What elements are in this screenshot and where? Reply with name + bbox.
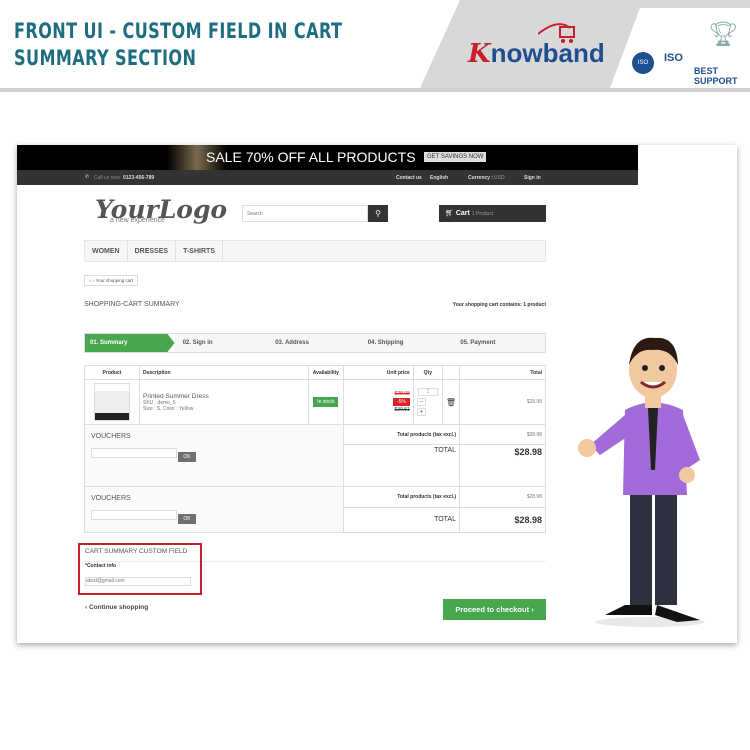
custom-field-title: CART SUMMARY CUSTOM FIELD [85,548,188,555]
vouchers-heading: VOUCHERS [91,433,131,440]
step-summary[interactable]: 01. Summary [85,334,175,352]
unit-price: $28.98 [394,391,410,397]
continue-label: Continue shopping [88,604,149,611]
continue-shopping-link[interactable]: ‹ Continue shopping [85,604,148,611]
cart-button[interactable]: 🛒︎ Cart 1 Product [439,205,546,222]
table-row: Printed Summer Dress SKU : demo_5 Size : S… [84,379,546,425]
vouchers-heading: VOUCHERS [91,495,131,502]
step-payment[interactable]: 05. Payment [452,334,545,352]
menu-item-dresses[interactable]: DRESSES [128,241,177,261]
contact-info-input[interactable] [85,576,191,586]
qty-increase[interactable]: + [416,408,426,416]
col-availability: Availability [307,365,344,380]
breadcrumb: ⌂ › Your shopping cart [84,275,139,286]
custom-field-section: CART SUMMARY CUSTOM FIELD *Contact info [78,543,202,595]
support-label: BEST SUPPORT [694,66,738,86]
col-unit-price: Unit price [342,365,414,380]
breadcrumb-current: Your shopping cart [95,278,134,283]
iso-badge: ISO [664,52,683,64]
total-label: TOTAL [342,444,461,487]
voucher-ok-button[interactable]: OK [178,451,196,462]
divider [0,88,750,92]
cart-table: Product Description Availability Unit pr… [84,365,546,533]
step-address[interactable]: 03. Address [267,334,360,352]
search-icon: ⚲ [375,209,381,218]
proceed-checkout-button[interactable]: Proceed to checkout › [443,599,546,620]
stock-badge: In stock [313,397,339,407]
chevron-right-icon: › [531,605,534,614]
col-total: Total [459,365,546,380]
step-signin[interactable]: 02. Sign in [174,334,268,352]
banner-text: SALE 70% OFF ALL PRODUCTS [206,149,416,165]
total-value: $28.98 [459,444,546,487]
cart-count: 1 Product [471,211,494,217]
cart-icon: 🛒︎ [445,210,454,217]
iso-badge: ISO [632,52,654,74]
chevron-left-icon: ‹ [85,604,88,611]
phone-icon: ✆ [85,174,90,180]
trophy-icon: 🏆︎ [708,21,739,48]
home-icon[interactable]: ⌂ [89,278,92,283]
total-products-value: $28.98 [459,486,546,508]
menu-item-tshirts[interactable]: T-SHIRTS [176,241,223,261]
qty-decrease[interactable]: − [416,398,426,406]
qty-input[interactable]: 1 [417,388,438,396]
checkout-steps: 01. Summary 02. Sign in 03. Address 04. … [84,333,546,353]
voucher-input[interactable] [91,448,177,458]
product-image[interactable] [94,383,130,421]
old-price: $30.51 [394,407,410,413]
search-input[interactable] [242,205,368,222]
top-nav: ✆ Call us now: 0123-456-789 Contact us E… [17,170,638,185]
page-title: SHOPPING-CART SUMMARY [84,301,180,308]
phone-number: 0123-456-789 [123,175,155,181]
product-name[interactable]: Printed Summer Dress [143,393,305,400]
col-description: Description [139,365,309,380]
cart-logo-icon [538,23,575,43]
call-label: Call us now: [94,175,122,181]
col-product: Product [84,365,140,380]
step-shipping[interactable]: 04. Shipping [359,334,453,352]
total-products-label: Total products (tax excl.) [342,486,461,508]
sale-banner[interactable]: SALE 70% OFF ALL PRODUCTS GET SAVINGS NO… [17,145,638,170]
contact-info-label: *Contact info [85,563,117,569]
menu-item-women[interactable]: WOMEN [85,241,128,261]
voucher-input[interactable] [91,510,177,520]
contact-link[interactable]: Contact us [396,175,422,181]
presenter-illustration [578,337,705,627]
trash-icon[interactable]: 🗑︎ [441,379,461,425]
knowband-logo: Knowband [468,23,605,69]
total-products-label: Total products (tax excl.) [342,424,461,445]
total-value: $28.98 [459,506,546,533]
discount-badge: -5% [392,398,410,406]
shop-logo-tag: a new experience [110,217,165,224]
main-menu: WOMEN DRESSES T-SHIRTS [84,240,546,262]
total-label: TOTAL [342,506,461,533]
currency-select[interactable]: Currency : [468,175,493,181]
cart-count-text: Your shopping cart contains: 1 product [452,302,546,308]
product-attrs: Size : S, Color : Yellow [143,405,194,412]
voucher-ok-button[interactable]: OK [178,513,196,524]
signin-link[interactable]: Sign in [524,175,541,181]
total-products-value: $28.98 [459,424,546,445]
checkout-label: Proceed to checkout [455,605,530,614]
col-delete [441,365,461,380]
page-heading: FRONT UI - CUSTOM FIELD IN CART SUMMARY S… [14,19,343,70]
search-button[interactable]: ⚲ [368,205,388,222]
language-select[interactable]: English [430,175,448,181]
col-qty: Qty [412,365,443,380]
line-total: $28.98 [459,379,546,425]
get-savings-button[interactable]: GET SAVINGS NOW [424,152,487,162]
cart-label: Cart [455,210,470,217]
currency-value: USD [494,175,505,181]
